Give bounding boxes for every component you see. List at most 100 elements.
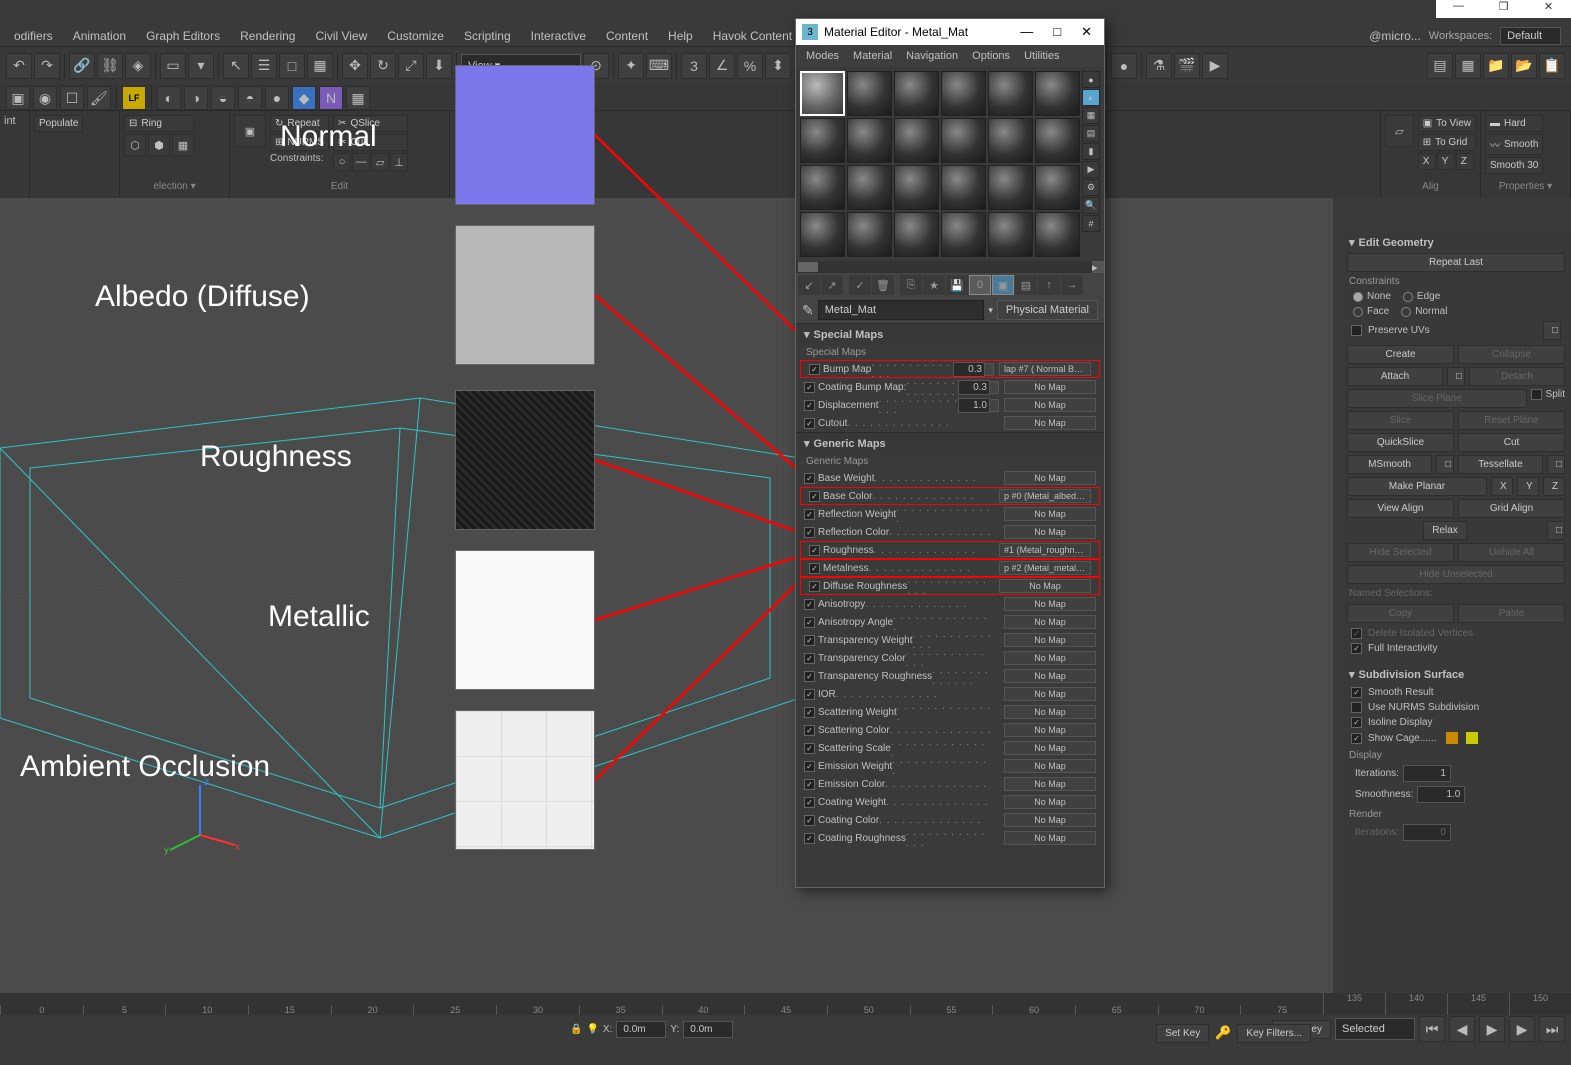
window-close[interactable]: ✕	[1526, 0, 1571, 18]
timeline[interactable]: 051015202530354045505560657075	[0, 993, 1323, 1015]
smooth30-btn[interactable]: Smooth 30	[1485, 157, 1543, 174]
workspace-selector[interactable]: Default	[1500, 27, 1561, 45]
make-planar-icon[interactable]: ▱	[1385, 115, 1414, 147]
map-enable-check[interactable]: ✓	[804, 671, 815, 682]
placement-button[interactable]: ⬇	[426, 53, 452, 79]
axis-gizmo[interactable]: z x y	[160, 775, 240, 855]
scene-explorer-toggle[interactable]: ▤	[1427, 53, 1453, 79]
select-button[interactable]: ↖	[223, 53, 249, 79]
mat-menu-navigation[interactable]: Navigation	[900, 48, 964, 64]
select-region[interactable]: □	[279, 53, 305, 79]
select-object-button[interactable]: ▭	[160, 53, 186, 79]
tool-b[interactable]: ◑	[184, 86, 208, 110]
link-button[interactable]: 🔗	[69, 53, 95, 79]
map-enable-check[interactable]: ✓	[809, 491, 820, 502]
sample-type[interactable]: ●	[1082, 71, 1100, 88]
edit-big-icon[interactable]: ▣	[234, 115, 266, 147]
cut-btn[interactable]: Cut	[1458, 433, 1565, 452]
preserve-uvs-settings[interactable]: □	[1543, 321, 1561, 340]
show-map-viewport[interactable]: ▣	[992, 275, 1014, 295]
map-enable-check[interactable]: ✓	[804, 617, 815, 628]
layer-toggle[interactable]: ▦	[1455, 53, 1481, 79]
key-icon[interactable]: 🔑	[1215, 1025, 1231, 1041]
toview-btn[interactable]: ▣To View	[1418, 115, 1476, 132]
freeform[interactable]: ◉	[33, 86, 57, 110]
grid-align-btn[interactable]: Grid Align	[1458, 499, 1565, 518]
map-slot-button[interactable]: No Map	[1004, 416, 1096, 430]
sel-icon-3[interactable]: ▦	[172, 134, 194, 156]
redo-button[interactable]: ↷	[34, 53, 60, 79]
isolate-icon[interactable]: 💡	[586, 1024, 598, 1035]
material-slot[interactable]	[894, 165, 939, 210]
constraint-normal-radio[interactable]: Normal	[1401, 306, 1447, 317]
video-check[interactable]: ▮	[1082, 143, 1100, 160]
map-enable-check[interactable]: ✓	[804, 509, 815, 520]
menu-modifiers[interactable]: odifiers	[4, 25, 63, 47]
map-slot-button[interactable]: #1 (Metal_roughness.	[999, 543, 1091, 557]
go-forward[interactable]: →	[1061, 275, 1083, 295]
transport-fwd[interactable]: ▶	[1509, 1016, 1535, 1042]
percent-snap[interactable]: %	[737, 53, 763, 79]
render-frame[interactable]: 🎬	[1174, 53, 1200, 79]
smooth-btn[interactable]: 〰Smooth	[1485, 134, 1543, 155]
material-editor-titlebar[interactable]: 3 Material Editor - Metal_Mat — □ ✕	[796, 19, 1104, 45]
spinner-snap[interactable]: ⬍	[765, 53, 791, 79]
sel-icon-2[interactable]: ⬢	[148, 134, 170, 156]
window-maximize[interactable]: ❐	[1481, 0, 1526, 18]
transport-next[interactable]: ⏭	[1539, 1016, 1565, 1042]
smooth-result-check[interactable]: ✓	[1351, 687, 1362, 698]
material-slot[interactable]	[1035, 71, 1080, 116]
map-enable-check[interactable]: ✓	[804, 382, 815, 393]
select-filter[interactable]: ▾	[188, 53, 214, 79]
put-to-scene[interactable]: ↗	[821, 275, 843, 295]
attach-btn[interactable]: Attach	[1347, 367, 1443, 386]
map-enable-check[interactable]: ✓	[809, 364, 820, 375]
split-check[interactable]	[1531, 389, 1542, 400]
map-slot-button[interactable]: No Map	[1004, 759, 1096, 773]
quickslice-btn[interactable]: QuickSlice	[1347, 433, 1454, 452]
material-slot[interactable]	[941, 71, 986, 116]
map-enable-check[interactable]: ✓	[804, 653, 815, 664]
x-input[interactable]: 0.0m	[616, 1021, 666, 1038]
material-slot[interactable]	[847, 165, 892, 210]
show-end-result[interactable]: ▤	[1015, 275, 1037, 295]
map-enable-check[interactable]: ✓	[804, 599, 815, 610]
backlight[interactable]: ◐	[1082, 89, 1100, 106]
object-paint[interactable]: 🖌	[87, 86, 111, 110]
map-enable-check[interactable]: ✓	[804, 779, 815, 790]
mat-id-channel[interactable]: 0	[969, 275, 991, 295]
map-enable-check[interactable]: ✓	[804, 635, 815, 646]
planar-z[interactable]: Z	[1456, 153, 1474, 170]
edit-geometry-header[interactable]: ▾Edit Geometry	[1347, 232, 1565, 253]
material-slot[interactable]	[988, 165, 1033, 210]
render-button[interactable]: ▶	[1202, 53, 1228, 79]
map-enable-check[interactable]: ✓	[804, 797, 815, 808]
msmooth-btn[interactable]: MSmooth	[1347, 455, 1432, 474]
togrid-btn[interactable]: ⊞To Grid	[1418, 134, 1476, 151]
menu-animation[interactable]: Animation	[63, 25, 136, 47]
transport-back[interactable]: ◀	[1449, 1016, 1475, 1042]
menu-scripting[interactable]: Scripting	[454, 25, 521, 47]
material-slot[interactable]	[988, 212, 1033, 257]
menu-help[interactable]: Help	[658, 25, 703, 47]
planar-x[interactable]: X	[1418, 153, 1436, 170]
y-input[interactable]: 0.0m	[683, 1021, 733, 1038]
selection-tool[interactable]: ☐	[60, 86, 84, 110]
window-crossing[interactable]: ▦	[307, 53, 333, 79]
subdivision-header[interactable]: ▾Subdivision Surface	[1347, 664, 1565, 685]
make-copy[interactable]: ⎘	[900, 275, 922, 295]
mat-menu-modes[interactable]: Modes	[800, 48, 845, 64]
map-slot-button[interactable]: No Map	[1004, 398, 1096, 412]
planar-x-btn[interactable]: X	[1491, 477, 1513, 496]
create-btn[interactable]: Create	[1347, 345, 1454, 364]
relax-settings[interactable]: □	[1547, 521, 1565, 540]
mat-menu-options[interactable]: Options	[966, 48, 1016, 64]
view-align-btn[interactable]: View Align	[1347, 499, 1454, 518]
tool-c[interactable]: ◒	[211, 86, 235, 110]
material-slot[interactable]	[894, 71, 939, 116]
constraint-face[interactable]: ▱	[371, 153, 389, 171]
select-name-button[interactable]: ☰	[251, 53, 277, 79]
tool-f[interactable]: ◆	[292, 86, 316, 110]
setkey-btn[interactable]: Set Key	[1156, 1024, 1209, 1043]
map-slot-button[interactable]: No Map	[1004, 687, 1096, 701]
